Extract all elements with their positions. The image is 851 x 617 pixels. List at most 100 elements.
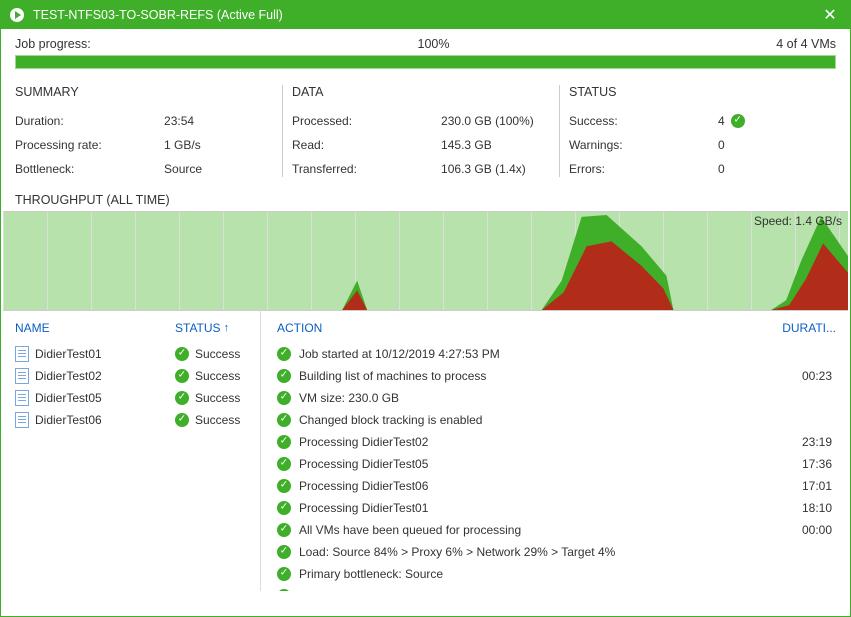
success-icon xyxy=(277,589,291,591)
log-duration: 00:00 xyxy=(766,521,836,539)
errors-value: 0 xyxy=(718,162,826,176)
sort-asc-icon: ↑ xyxy=(224,322,230,334)
close-icon[interactable]: ✕ xyxy=(818,3,842,27)
log-duration: 23:19 xyxy=(766,433,836,451)
log-message: Processing DidierTest05 xyxy=(299,455,428,473)
log-duration: 17:36 xyxy=(766,455,836,473)
success-icon xyxy=(277,435,291,449)
status-heading: STATUS xyxy=(569,85,826,99)
vm-icon xyxy=(15,368,29,384)
success-value: 4 xyxy=(718,114,725,128)
log-message: Processing DidierTest02 xyxy=(299,433,428,451)
success-icon xyxy=(277,347,291,361)
log-row[interactable]: Job finished at 10/12/2019 4:51:48 PM xyxy=(277,585,836,591)
lower-panes: NAME STATUS ↑ DidierTest01SuccessDidierT… xyxy=(1,311,850,591)
vm-icon xyxy=(15,390,29,406)
log-row[interactable]: Processing DidierTest02 23:19 xyxy=(277,431,836,453)
log-message: Job started at 10/12/2019 4:27:53 PM xyxy=(299,345,500,363)
vm-name: DidierTest05 xyxy=(35,389,102,407)
warnings-value: 0 xyxy=(718,138,826,152)
log-row[interactable]: Primary bottleneck: Source xyxy=(277,563,836,585)
vm-icon xyxy=(15,412,29,428)
log-duration: 18:10 xyxy=(766,499,836,517)
data-heading: DATA xyxy=(292,85,549,99)
duration-value: 23:54 xyxy=(164,114,272,128)
progress-bar xyxy=(15,55,836,69)
vm-status: Success xyxy=(195,411,240,429)
log-row[interactable]: Building list of machines to process00:2… xyxy=(277,365,836,387)
vm-status: Success xyxy=(195,345,240,363)
stats-panel: SUMMARY Duration:23:54 Processing rate:1… xyxy=(1,81,850,193)
warnings-label: Warnings: xyxy=(569,138,718,152)
success-icon xyxy=(175,391,189,405)
log-duration: 17:01 xyxy=(766,477,836,495)
log-row[interactable]: All VMs have been queued for processing 0… xyxy=(277,519,836,541)
status-col: STATUS Success:4 Warnings:0 Errors:0 xyxy=(559,85,836,181)
log-message: Primary bottleneck: Source xyxy=(299,565,443,583)
titlebar[interactable]: TEST-NTFS03-TO-SOBR-REFS (Active Full) ✕ xyxy=(1,1,850,29)
progress-bar-fill xyxy=(16,56,835,68)
vm-name: DidierTest02 xyxy=(35,367,102,385)
vm-name-header[interactable]: NAME xyxy=(15,321,175,335)
data-col: DATA Processed:230.0 GB (100%) Read:145.… xyxy=(282,85,559,181)
vm-icon xyxy=(15,346,29,362)
read-value: 145.3 GB xyxy=(441,138,549,152)
bottleneck-value: Source xyxy=(164,162,272,176)
app-icon xyxy=(9,7,25,23)
throughput-label: THROUGHPUT (ALL TIME) xyxy=(1,193,850,211)
vm-list-pane: NAME STATUS ↑ DidierTest01SuccessDidierT… xyxy=(1,311,261,591)
summary-heading: SUMMARY xyxy=(15,85,272,99)
action-header[interactable]: ACTION xyxy=(277,321,766,335)
vm-status-header[interactable]: STATUS ↑ xyxy=(175,321,250,335)
rate-value: 1 GB/s xyxy=(164,138,272,152)
errors-label: Errors: xyxy=(569,162,718,176)
log-row[interactable]: Changed block tracking is enabled xyxy=(277,409,836,431)
success-icon xyxy=(277,479,291,493)
success-icon xyxy=(277,391,291,405)
progress-row: Job progress: 100% 4 of 4 VMs xyxy=(1,29,850,55)
success-icon xyxy=(277,523,291,537)
log-row[interactable]: Load: Source 84% > Proxy 6% > Network 29… xyxy=(277,541,836,563)
success-icon xyxy=(277,501,291,515)
log-message: Job finished at 10/12/2019 4:51:48 PM xyxy=(299,587,504,591)
success-icon xyxy=(175,347,189,361)
vm-row[interactable]: DidierTest06 Success xyxy=(15,409,250,431)
log-row[interactable]: Job started at 10/12/2019 4:27:53 PM xyxy=(277,343,836,365)
log-message: Processing DidierTest06 xyxy=(299,477,428,495)
summary-col: SUMMARY Duration:23:54 Processing rate:1… xyxy=(15,85,282,181)
job-progress-label: Job progress: xyxy=(15,37,91,51)
processed-label: Processed: xyxy=(292,114,441,128)
log-message: Processing DidierTest01 xyxy=(299,499,428,517)
success-icon xyxy=(277,545,291,559)
log-row[interactable]: Processing DidierTest01 18:10 xyxy=(277,497,836,519)
window-title: TEST-NTFS03-TO-SOBR-REFS (Active Full) xyxy=(33,8,818,22)
throughput-chart: Speed: 1.4 GB/s xyxy=(3,211,848,311)
vm-row[interactable]: DidierTest01 Success xyxy=(15,343,250,365)
duration-header[interactable]: DURATI... xyxy=(766,321,836,335)
success-icon xyxy=(175,413,189,427)
success-icon xyxy=(731,114,745,128)
success-icon xyxy=(277,413,291,427)
success-icon xyxy=(175,369,189,383)
job-progress-vmcount: 4 of 4 VMs xyxy=(776,37,836,51)
action-log-pane: ACTION DURATI... Job started at 10/12/20… xyxy=(261,311,850,591)
duration-label: Duration: xyxy=(15,114,164,128)
vm-row[interactable]: DidierTest05Success xyxy=(15,387,250,409)
bottleneck-label: Bottleneck: xyxy=(15,162,164,176)
success-label: Success: xyxy=(569,114,718,128)
vm-name: DidierTest06 xyxy=(35,411,102,429)
transferred-value: 106.3 GB (1.4x) xyxy=(441,162,549,176)
log-row[interactable]: VM size: 230.0 GB xyxy=(277,387,836,409)
vm-row[interactable]: DidierTest02 Success xyxy=(15,365,250,387)
log-row[interactable]: Processing DidierTest06 17:01 xyxy=(277,475,836,497)
transferred-label: Transferred: xyxy=(292,162,441,176)
log-message: Building list of machines to process xyxy=(299,367,486,385)
read-label: Read: xyxy=(292,138,441,152)
vm-status: Success xyxy=(195,367,240,385)
success-icon xyxy=(277,457,291,471)
job-progress-percent: 100% xyxy=(418,37,450,51)
log-row[interactable]: Processing DidierTest05 17:36 xyxy=(277,453,836,475)
rate-label: Processing rate: xyxy=(15,138,164,152)
log-message: All VMs have been queued for processing xyxy=(299,521,521,539)
vm-name: DidierTest01 xyxy=(35,345,102,363)
